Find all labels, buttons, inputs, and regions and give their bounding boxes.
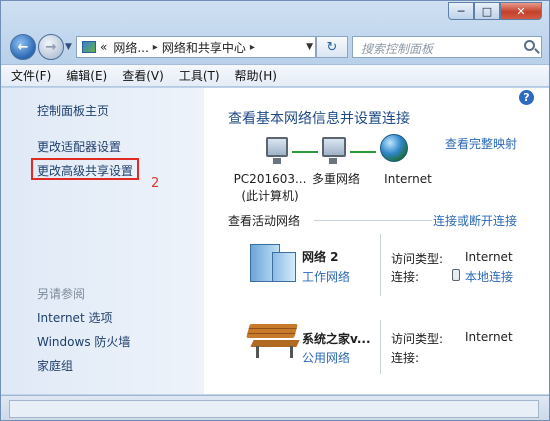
see-also-windows-firewall[interactable]: Windows 防火墙 bbox=[37, 333, 130, 350]
close-button[interactable]: ✕ bbox=[500, 2, 542, 20]
access-type-value: Internet bbox=[465, 330, 513, 344]
access-type-label: 访问类型: bbox=[391, 252, 444, 266]
sidebar-link-adapter-settings[interactable]: 更改适配器设置 bbox=[37, 138, 121, 155]
computer-icon bbox=[266, 137, 288, 164]
breadcrumb-prefix[interactable]: « bbox=[100, 40, 107, 54]
address-dropdown-icon[interactable]: ▼ bbox=[306, 42, 313, 52]
access-type-label: 访问类型: bbox=[391, 332, 444, 346]
network-name: 系统之家v... bbox=[302, 332, 371, 346]
network-type-link[interactable]: 公用网络 bbox=[302, 349, 350, 366]
search-input[interactable]: 搜索控制面板 bbox=[352, 36, 542, 58]
map-node-computer[interactable]: PC201603... (此计算机) bbox=[230, 171, 310, 205]
menu-bar: 文件(F) 编辑(E) 查看(V) 工具(T) 帮助(H) bbox=[1, 64, 549, 87]
map-node-computer-name: PC201603... bbox=[233, 172, 307, 186]
refresh-button[interactable]: ↻ bbox=[316, 36, 348, 58]
main-panel: ? 查看基本网络信息并设置连接 查看完整映射 PC201603... (此计算机… bbox=[204, 88, 549, 394]
bench-back bbox=[246, 324, 298, 338]
address-bar[interactable]: « 网络... ▸ 网络和共享中心 ▸ ▼ bbox=[76, 36, 316, 58]
map-node-computer-sub: (此计算机) bbox=[241, 189, 299, 203]
network-folder-icon bbox=[82, 41, 96, 53]
section-divider bbox=[314, 220, 432, 221]
local-connection-link[interactable]: 本地连接 bbox=[465, 268, 513, 285]
highlight-box bbox=[31, 158, 139, 180]
column-divider bbox=[380, 320, 381, 374]
maximize-button[interactable]: □ bbox=[474, 2, 500, 20]
connector-line bbox=[292, 151, 318, 153]
control-panel-window: ─ □ ✕ ← → ▼ « 网络... ▸ 网络和共享中心 ▸ ▼ ↻ 搜索控制… bbox=[0, 0, 550, 421]
search-icon[interactable] bbox=[524, 40, 535, 51]
step-annotation: 2 bbox=[151, 176, 160, 191]
menu-tools[interactable]: 工具(T) bbox=[179, 67, 220, 84]
breadcrumb-separator-icon[interactable]: ▸ bbox=[153, 42, 158, 53]
connect-disconnect-link[interactable]: 连接或断开连接 bbox=[433, 212, 517, 229]
connector-line bbox=[350, 151, 376, 153]
breadcrumb-item-sharing-center[interactable]: 网络和共享中心 bbox=[162, 39, 246, 56]
network-type-link[interactable]: 工作网络 bbox=[302, 268, 350, 285]
page-title: 查看基本网络信息并设置连接 bbox=[228, 111, 410, 127]
menu-help[interactable]: 帮助(H) bbox=[235, 67, 277, 84]
access-type-value: Internet bbox=[465, 250, 513, 264]
bench-leg bbox=[290, 346, 293, 358]
status-bar bbox=[1, 395, 549, 420]
menu-file[interactable]: 文件(F) bbox=[11, 67, 51, 84]
internet-globe-icon bbox=[380, 134, 408, 162]
map-node-internet[interactable]: Internet bbox=[376, 171, 440, 188]
sidebar-home-link[interactable]: 控制面板主页 bbox=[37, 102, 109, 119]
building-tower-right bbox=[272, 252, 296, 282]
bench-icon bbox=[246, 320, 302, 360]
breadcrumb-item-network[interactable]: 网络... bbox=[113, 39, 148, 56]
sidebar: 控制面板主页 更改适配器设置 更改高级共享设置 2 另请参阅 Internet … bbox=[1, 88, 204, 394]
content-area: 控制面板主页 更改适配器设置 更改高级共享设置 2 另请参阅 Internet … bbox=[1, 88, 549, 394]
connection-label: 连接: bbox=[391, 270, 420, 284]
breadcrumb-separator-icon[interactable]: ▸ bbox=[250, 42, 255, 53]
multiple-networks-icon bbox=[322, 137, 346, 164]
bench-leg bbox=[256, 346, 259, 358]
menu-view[interactable]: 查看(V) bbox=[122, 67, 164, 84]
view-full-map-link[interactable]: 查看完整映射 bbox=[445, 135, 517, 152]
active-networks-label: 查看活动网络 bbox=[228, 214, 301, 228]
status-bar-panel bbox=[9, 400, 539, 418]
plug-icon bbox=[452, 269, 460, 281]
column-divider bbox=[380, 234, 381, 296]
help-icon[interactable]: ? bbox=[519, 90, 534, 105]
navigation-bar: ← → ▼ « 网络... ▸ 网络和共享中心 ▸ ▼ ↻ 搜索控制面板 bbox=[1, 31, 549, 63]
back-button[interactable]: ← bbox=[10, 34, 36, 60]
forward-button[interactable]: → bbox=[38, 34, 64, 60]
see-also-internet-options[interactable]: Internet 选项 bbox=[37, 309, 112, 326]
network-name: 网络 2 bbox=[302, 250, 339, 264]
menu-edit[interactable]: 编辑(E) bbox=[66, 67, 107, 84]
see-also-heading: 另请参阅 bbox=[37, 287, 86, 301]
building-icon bbox=[242, 238, 300, 284]
recent-pages-dropdown-icon[interactable]: ▼ bbox=[65, 42, 72, 52]
map-node-multiple-networks[interactable]: 多重网络 bbox=[304, 171, 368, 188]
see-also-homegroup[interactable]: 家庭组 bbox=[37, 357, 73, 374]
search-placeholder: 搜索控制面板 bbox=[361, 42, 434, 56]
title-bar: ─ □ ✕ bbox=[1, 1, 549, 31]
minimize-button[interactable]: ─ bbox=[448, 2, 474, 20]
connection-label: 连接: bbox=[391, 351, 420, 365]
window-controls: ─ □ ✕ bbox=[448, 2, 542, 20]
